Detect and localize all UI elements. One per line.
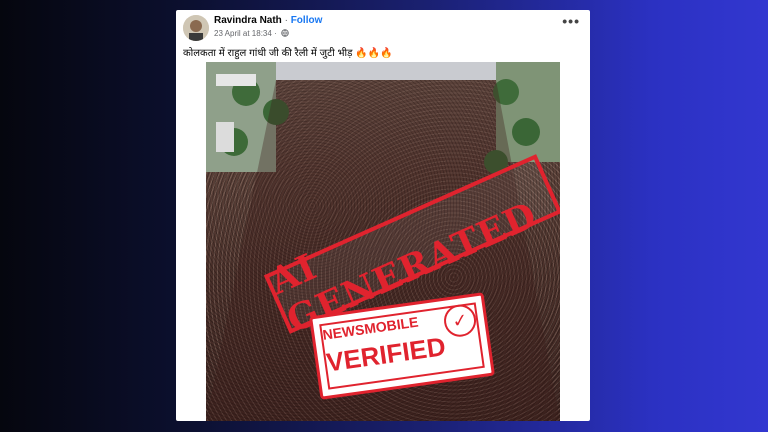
post-meta: 23 April at 18:34 ·	[214, 29, 289, 39]
author-avatar[interactable]	[183, 15, 209, 41]
post-timestamp[interactable]: 23 April at 18:34	[214, 29, 272, 38]
post-caption: कोलकता में राहुल गांधी जी की रैली में जु…	[183, 48, 393, 59]
author-name[interactable]: Ravindra Nath	[214, 15, 282, 26]
header-separator: ·	[284, 15, 288, 26]
more-options-button[interactable]: •••	[562, 13, 580, 29]
meta-separator: ·	[274, 29, 277, 38]
post-photo[interactable]: AI GENERATED NEWSMOBILE VERIFIED ✓	[206, 62, 560, 421]
follow-button[interactable]: Follow	[291, 15, 323, 26]
globe-icon	[281, 29, 289, 39]
post-header-line: Ravindra Nath · Follow	[214, 15, 322, 26]
facebook-post-card: Ravindra Nath · Follow 23 April at 18:34…	[176, 10, 590, 421]
